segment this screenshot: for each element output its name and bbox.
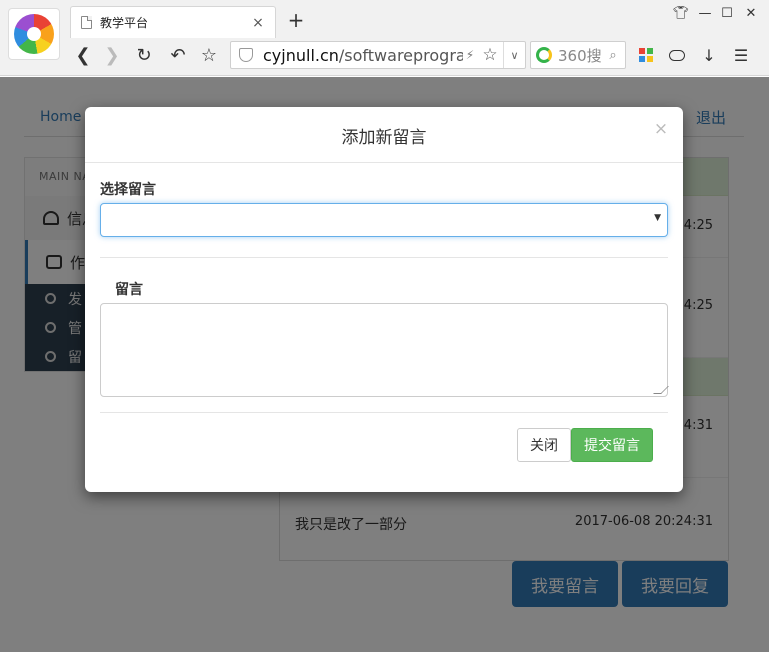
textarea-label: 留言 bbox=[115, 282, 143, 298]
tab-close-icon[interactable]: × bbox=[251, 15, 265, 31]
download-icon[interactable]: ↓ bbox=[699, 45, 719, 65]
bookmark-star-icon[interactable]: ☆ bbox=[198, 44, 220, 66]
add-message-modal: 添加新留言 × 选择留言 ▼ 留言 关闭 提交留言 bbox=[85, 107, 683, 492]
tab-title: 教学平台 bbox=[100, 16, 149, 30]
divider bbox=[100, 257, 668, 258]
address-bar[interactable]: cyjnull.cn/softwareprogram ⚡︎ ☆ ∨ bbox=[230, 41, 526, 69]
back-icon[interactable]: ❮ bbox=[72, 44, 94, 66]
browser-logo[interactable] bbox=[8, 8, 60, 60]
lightning-icon[interactable]: ⚡︎ bbox=[463, 48, 477, 62]
search-icon[interactable]: ⌕ bbox=[604, 48, 622, 63]
message-textarea[interactable] bbox=[100, 303, 669, 397]
submit-message-button[interactable]: 提交留言 bbox=[571, 428, 653, 462]
message-select[interactable]: ▼ bbox=[100, 203, 668, 237]
url-host: cyjnull.cn bbox=[263, 45, 339, 65]
resize-grip-icon[interactable] bbox=[653, 386, 669, 394]
url-path: /softwareprogram bbox=[338, 45, 463, 65]
reload-icon[interactable]: ↻ bbox=[133, 44, 155, 66]
url-dropdown-icon[interactable]: ∨ bbox=[503, 42, 525, 68]
security-shield-icon bbox=[239, 48, 253, 62]
search-engine-icon bbox=[536, 47, 552, 63]
chevron-down-icon: ▼ bbox=[654, 213, 661, 223]
divider bbox=[100, 412, 668, 413]
modal-title: 添加新留言 bbox=[341, 128, 427, 148]
new-tab-button[interactable]: + bbox=[286, 10, 306, 30]
page-icon bbox=[81, 16, 92, 29]
url-text[interactable]: cyjnull.cn/softwareprogram bbox=[263, 46, 463, 65]
browser-tab[interactable]: 教学平台 × bbox=[70, 6, 276, 38]
search-engine-label: 360搜索 bbox=[558, 46, 602, 65]
close-window-icon[interactable]: ✕ bbox=[742, 6, 760, 21]
browser-logo-icon bbox=[14, 14, 54, 54]
favorite-star-icon[interactable]: ☆ bbox=[477, 45, 503, 65]
search-box[interactable]: 360搜索 ⌕ bbox=[530, 41, 626, 69]
browser-chrome: 教学平台 × + 👕︎ — ☐ ✕ ❮ ❯ ↻ ↶ ☆ cyjnull.cn/s… bbox=[0, 0, 769, 76]
apps-grid-icon[interactable] bbox=[636, 45, 656, 65]
minimize-icon[interactable]: — bbox=[696, 6, 714, 21]
skin-icon[interactable]: 👕︎ bbox=[672, 6, 690, 21]
close-button[interactable]: 关闭 bbox=[517, 428, 571, 462]
forward-icon[interactable]: ❯ bbox=[101, 44, 123, 66]
cloud-icon[interactable] bbox=[667, 45, 687, 65]
modal-header: 添加新留言 × bbox=[85, 107, 683, 163]
undo-close-icon[interactable]: ↶ bbox=[167, 44, 189, 66]
select-label: 选择留言 bbox=[100, 182, 156, 198]
menu-icon[interactable]: ☰ bbox=[731, 45, 751, 65]
maximize-icon[interactable]: ☐ bbox=[718, 6, 736, 21]
close-icon[interactable]: × bbox=[653, 119, 669, 139]
